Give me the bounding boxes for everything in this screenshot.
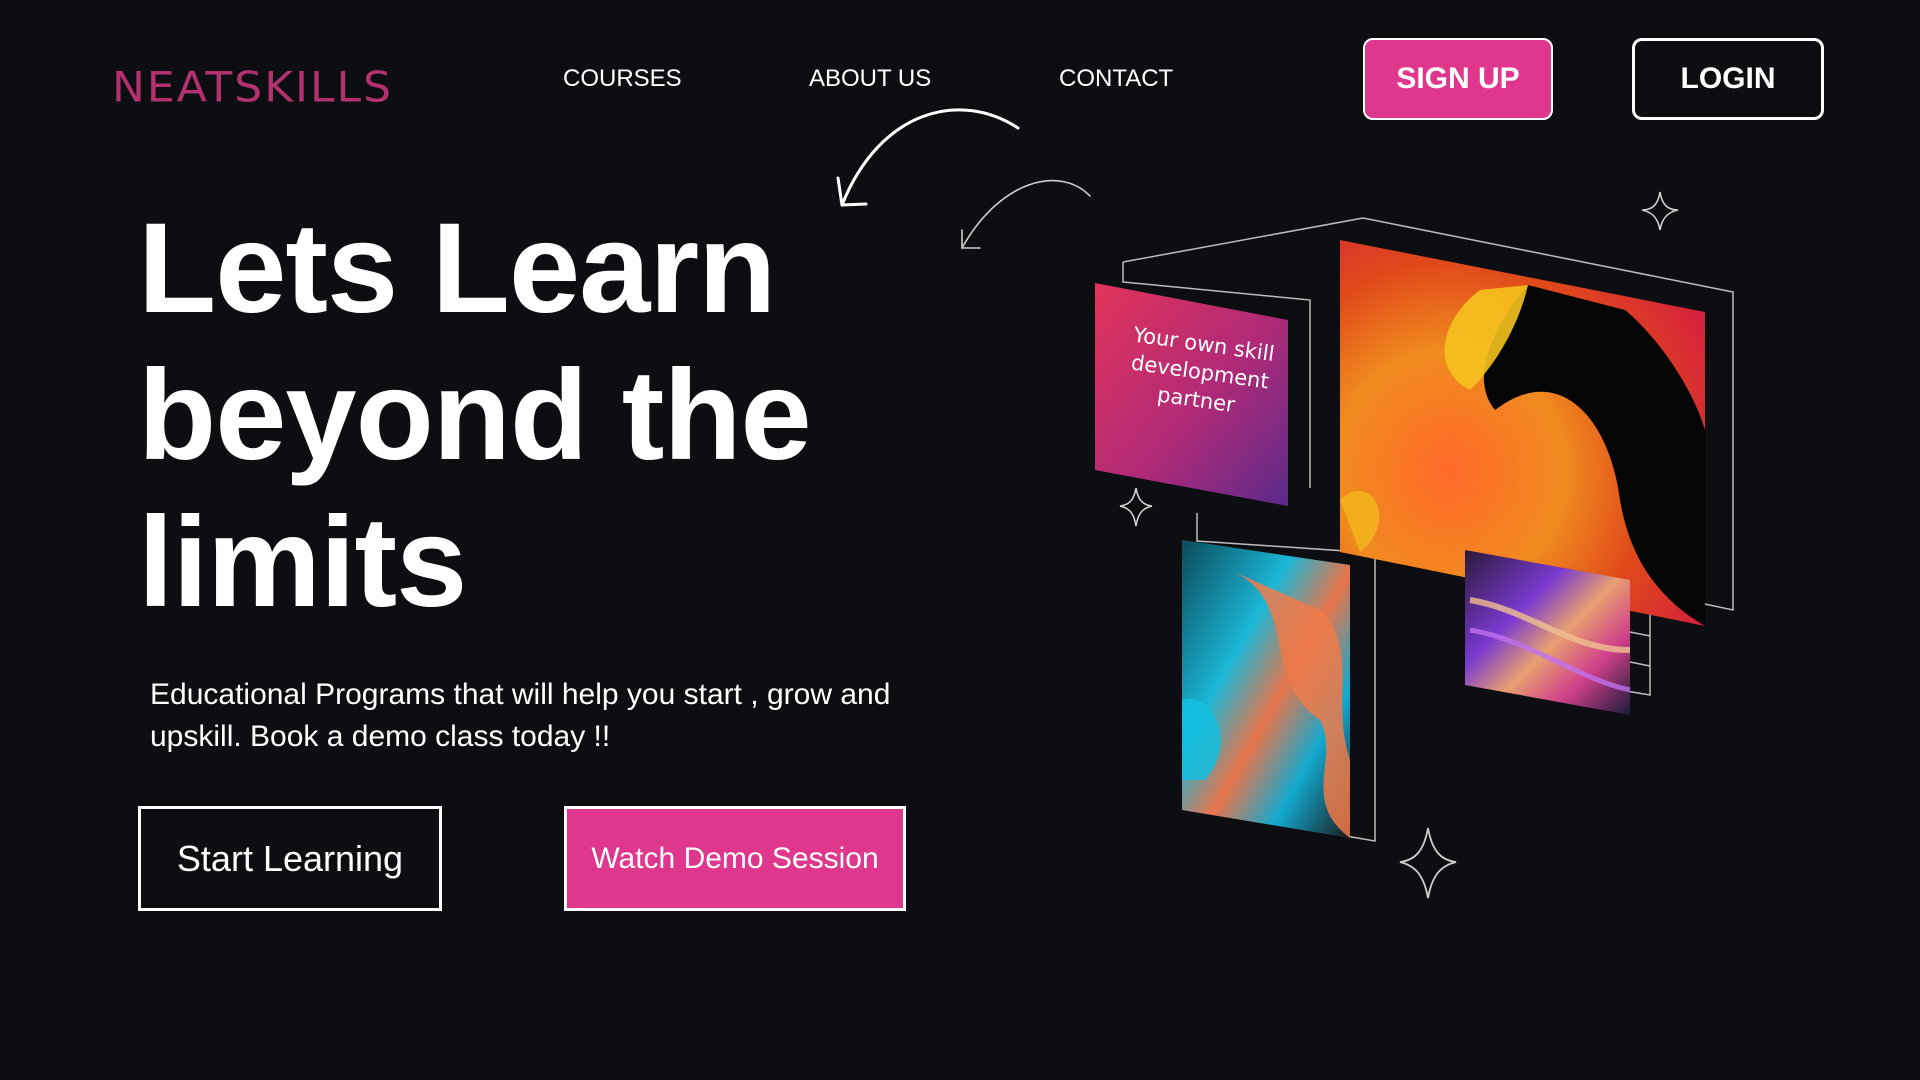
hero-title-line: Lets Learn	[138, 197, 776, 340]
hero-title-line: limits	[138, 491, 467, 634]
hero-subtitle-line: Educational Programs that will help you …	[150, 678, 891, 711]
cube-wireframe	[1122, 217, 1734, 842]
sparkle-icon	[1641, 191, 1679, 231]
sparkle-icon	[1119, 487, 1153, 527]
curved-arrow-icon	[961, 179, 1091, 249]
abstract-orange-card	[1340, 240, 1705, 626]
brand-logo[interactable]: NEATSKILLS	[112, 65, 393, 111]
tagline-card-text: Your own skill development partner	[1129, 322, 1276, 418]
curved-arrow-icon	[836, 108, 1020, 207]
login-button[interactable]: LOGIN	[1632, 38, 1824, 120]
hero-subtitle-line: upskill. Book a demo class today !!	[150, 720, 611, 753]
landing-page: NEATSKILLS COURSES ABOUT US CONTACT SIGN…	[0, 0, 1920, 1080]
hero-title: Lets Learn beyond the limits	[138, 195, 898, 636]
hero-title-line: beyond the	[138, 344, 812, 487]
abstract-teal-card	[1182, 540, 1350, 838]
nav-courses-link[interactable]: COURSES	[563, 64, 682, 94]
nav-about-link[interactable]: ABOUT US	[809, 64, 931, 94]
hero-subtitle: Educational Programs that will help you …	[150, 674, 930, 758]
watch-demo-button[interactable]: Watch Demo Session	[564, 806, 906, 911]
abstract-swirl-card	[1465, 550, 1631, 715]
start-learning-button[interactable]: Start Learning	[138, 806, 442, 911]
nav-contact-link[interactable]: CONTACT	[1059, 64, 1173, 94]
sparkle-icon	[1399, 827, 1457, 899]
signup-button[interactable]: SIGN UP	[1363, 38, 1553, 120]
